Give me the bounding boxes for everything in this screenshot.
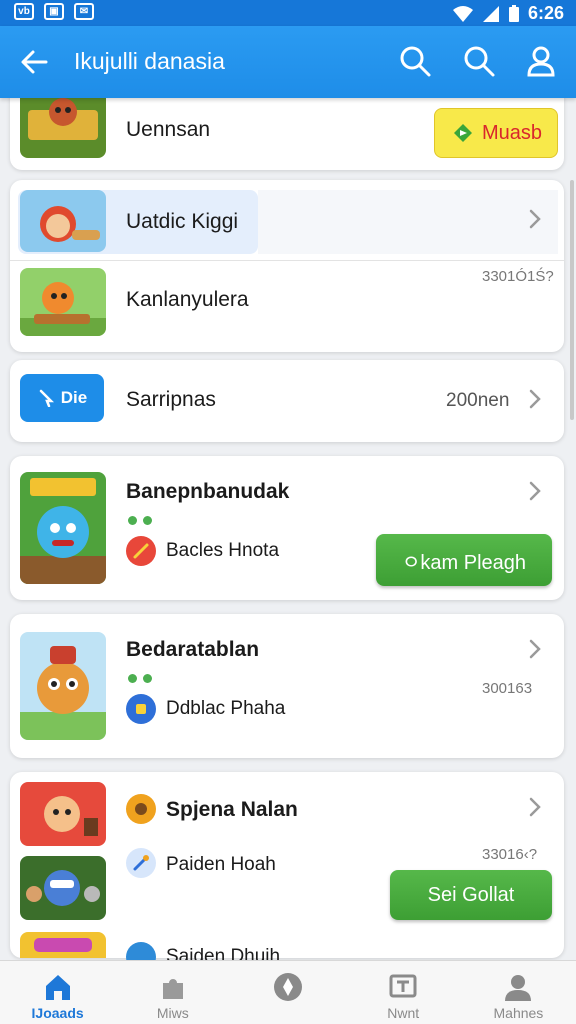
puzzle-icon	[162, 979, 183, 999]
app-bar: Ikujulli danasia	[0, 26, 576, 98]
cookie-badge-icon	[126, 794, 156, 824]
game-card[interactable]: Bedaratablan 300163 Ddblac Phaha	[10, 614, 564, 758]
clock: 6:26	[527, 3, 564, 23]
battery-icon	[508, 4, 519, 22]
game-thumbnail	[20, 932, 106, 958]
wifi-icon	[452, 5, 473, 22]
mail-icon: ✉	[74, 3, 94, 20]
game-subtitle: Ddblac Phaha	[166, 698, 286, 719]
scrollbar[interactable]	[570, 180, 574, 420]
profile-icon	[505, 975, 532, 1001]
page-title: Ikujulli danasia	[74, 48, 225, 74]
game-thumbnail	[20, 190, 106, 252]
game-thumbnail	[20, 268, 106, 336]
vb-icon: vb	[14, 3, 34, 20]
image-icon: ▣	[44, 3, 64, 20]
home-icon	[45, 975, 70, 1000]
profile-icon[interactable]	[524, 44, 558, 78]
row-label: Uatdic Kiggi	[126, 210, 239, 233]
rating-dots	[128, 674, 152, 683]
back-arrow-icon[interactable]	[18, 46, 50, 78]
game-card[interactable]: Banepnbanudak Bacles Hnota ㅇkam Pleagh	[10, 456, 564, 600]
game-title: Banepnbanudak	[126, 480, 290, 503]
cursor-icon	[39, 389, 54, 407]
settings-row-card[interactable]: Die Sarripnas 200nen	[10, 360, 564, 442]
nav-item-home[interactable]: IJoaads	[0, 961, 115, 1024]
nav-item-profile[interactable]: Mahnes	[461, 961, 576, 1024]
chevron-right-icon[interactable]	[526, 796, 544, 818]
chevron-right-icon[interactable]	[526, 480, 544, 502]
sword-badge-icon	[126, 536, 156, 566]
nav-item-news[interactable]: Nwnt	[346, 961, 461, 1024]
status-bar: vb ▣ ✉ 6:26	[0, 0, 576, 26]
news-icon	[389, 974, 417, 998]
item-label: Uennsan	[126, 118, 211, 141]
nav-item-compass[interactable]	[230, 961, 345, 1024]
game-subtitle: Bacles Hnota	[166, 540, 280, 561]
muasb-button[interactable]: Muasb	[434, 108, 558, 158]
search-icon[interactable]	[462, 44, 496, 78]
meta-count: 300163	[482, 680, 533, 697]
game-thumbnail	[20, 856, 106, 920]
meta-count: 33016‹?	[482, 846, 538, 863]
meta-count: 3301Ó1Ś?	[482, 268, 554, 285]
rocket-badge-icon	[126, 848, 156, 878]
get-button[interactable]: Sei Gollat	[390, 870, 552, 920]
row-label: Sarripnas	[126, 388, 216, 411]
game-title: Spjena Nalan	[166, 798, 298, 821]
row-background	[258, 190, 558, 254]
rating-dots	[128, 516, 152, 525]
compass-icon	[274, 973, 302, 1001]
bottom-nav: IJoaads Miws Nwnt Mahnes	[0, 960, 576, 1024]
game-thumbnail	[20, 782, 106, 846]
puzzle-badge-icon	[126, 694, 156, 724]
game-title: Bedaratablan	[126, 638, 260, 661]
chevron-right-icon[interactable]	[526, 388, 544, 410]
game-card[interactable]: Spjena Nalan 33016‹? Paiden Hoah Sei Gol…	[10, 772, 564, 972]
top-card[interactable]: Uennsan Muasb	[10, 90, 564, 170]
play-badge-icon	[453, 124, 472, 142]
group-card: Uatdic Kiggi Kanlanyulera 3301Ó1Ś?	[10, 180, 564, 352]
nav-item-mws[interactable]: Miws	[115, 961, 230, 1024]
divider	[10, 260, 564, 261]
chevron-right-icon[interactable]	[526, 638, 544, 660]
play-button[interactable]: ㅇkam Pleagh	[376, 534, 552, 586]
game-thumbnail	[20, 632, 106, 740]
meta-value: 200nen	[446, 390, 510, 411]
game-thumbnail	[20, 472, 106, 584]
game-subtitle: Paiden Hoah	[166, 854, 276, 875]
search-icon[interactable]	[398, 44, 432, 78]
chevron-right-icon[interactable]	[526, 208, 544, 230]
row-label: Kanlanyulera	[126, 288, 249, 311]
die-tag[interactable]: Die	[20, 374, 104, 422]
game-thumbnail	[20, 90, 106, 158]
signal-icon	[482, 5, 499, 22]
